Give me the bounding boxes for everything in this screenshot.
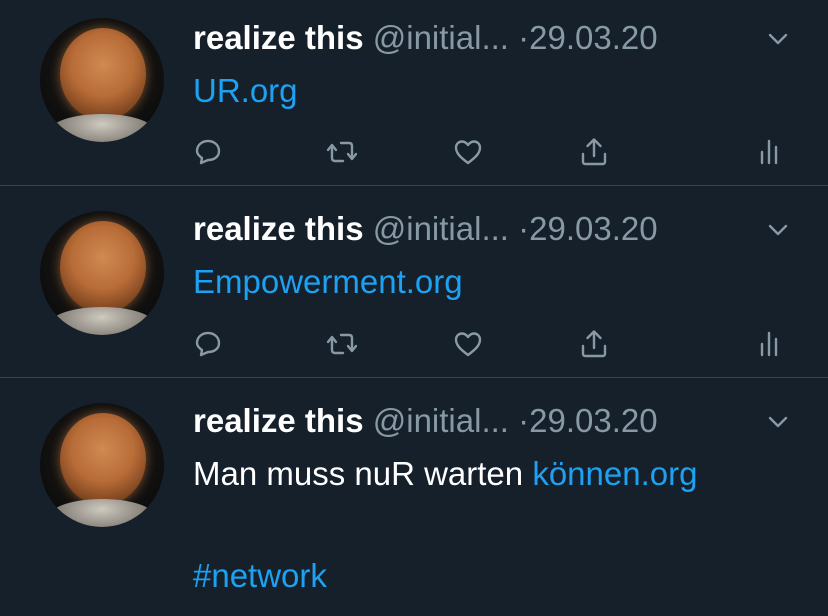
tweet-header: realize this @initial... ·29.03.20 bbox=[193, 18, 658, 58]
avatar-orb-image bbox=[60, 221, 146, 313]
tweet-date[interactable]: ·29.03.20 bbox=[518, 210, 657, 247]
retweet-icon[interactable] bbox=[322, 324, 362, 364]
avatar[interactable] bbox=[40, 211, 164, 335]
author-handle[interactable]: @initial... bbox=[373, 210, 509, 247]
tweet-item[interactable]: realize this @initial... ·29.03.20 UR.or… bbox=[0, 0, 828, 186]
author-name[interactable]: realize this bbox=[193, 210, 364, 247]
heart-icon[interactable] bbox=[448, 324, 488, 364]
chevron-down-icon[interactable] bbox=[764, 28, 792, 50]
avatar-orb-image bbox=[60, 28, 146, 120]
tweet-link[interactable]: Empowerment.org bbox=[193, 263, 463, 300]
author-name[interactable]: realize this bbox=[193, 402, 364, 439]
tweet-text: UR.org bbox=[193, 71, 298, 111]
heart-icon[interactable] bbox=[448, 132, 488, 172]
tweet-text-plain: Man muss nuR warten bbox=[193, 455, 533, 492]
reply-icon[interactable] bbox=[188, 132, 228, 172]
share-icon[interactable] bbox=[574, 324, 614, 364]
tweet-hashtag[interactable]: #network bbox=[193, 556, 327, 596]
chevron-down-icon[interactable] bbox=[764, 219, 792, 241]
tweet-date[interactable]: ·29.03.20 bbox=[518, 402, 657, 439]
tweet-item[interactable]: realize this @initial... ·29.03.20 Empow… bbox=[0, 187, 828, 378]
analytics-icon[interactable] bbox=[750, 324, 790, 364]
tweet-header: realize this @initial... ·29.03.20 bbox=[193, 401, 658, 441]
avatar[interactable] bbox=[40, 403, 164, 527]
tweet-date[interactable]: ·29.03.20 bbox=[518, 19, 657, 56]
author-handle[interactable]: @initial... bbox=[373, 402, 509, 439]
share-icon[interactable] bbox=[574, 132, 614, 172]
tweet-link[interactable]: können.org bbox=[532, 455, 697, 492]
chevron-down-icon[interactable] bbox=[764, 411, 792, 433]
retweet-icon[interactable] bbox=[322, 132, 362, 172]
analytics-icon[interactable] bbox=[750, 132, 790, 172]
tweet-header: realize this @initial... ·29.03.20 bbox=[193, 209, 658, 249]
avatar-orb-image bbox=[60, 413, 146, 505]
reply-icon[interactable] bbox=[188, 324, 228, 364]
tweet-item[interactable]: realize this @initial... ·29.03.20 Man m… bbox=[0, 379, 828, 616]
author-name[interactable]: realize this bbox=[193, 19, 364, 56]
avatar[interactable] bbox=[40, 18, 164, 142]
tweet-link[interactable]: UR.org bbox=[193, 72, 298, 109]
tweet-text: Empowerment.org bbox=[193, 262, 463, 302]
author-handle[interactable]: @initial... bbox=[373, 19, 509, 56]
tweet-actions bbox=[0, 324, 828, 364]
tweet-text: Man muss nuR warten können.org bbox=[193, 454, 697, 494]
tweet-actions bbox=[0, 132, 828, 172]
avatar-floor-image bbox=[50, 499, 154, 527]
